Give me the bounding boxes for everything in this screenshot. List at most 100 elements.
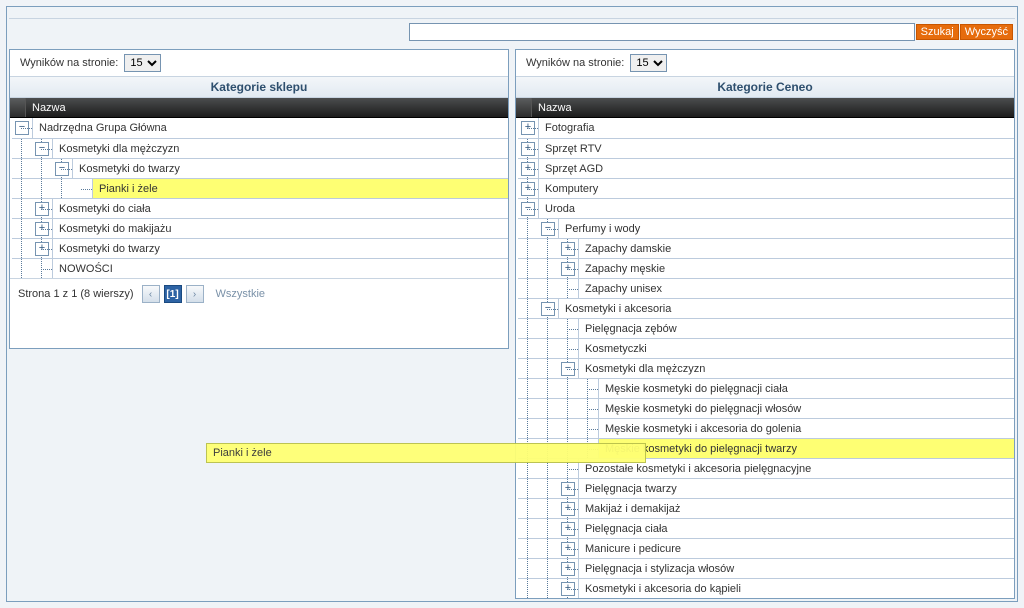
tree-label[interactable]: Kosmetyki i akcesoria do kąpieli: [578, 579, 1014, 598]
collapse-icon[interactable]: −: [15, 121, 29, 135]
table-row[interactable]: − Nadrzędna Grupa Główna: [12, 118, 508, 138]
expand-icon[interactable]: +: [521, 162, 535, 176]
table-row[interactable]: +Fotografia: [518, 118, 1014, 138]
expand-icon[interactable]: +: [561, 502, 575, 516]
tree-label-selected[interactable]: Pianki i żele: [92, 179, 508, 198]
expand-icon[interactable]: +: [35, 242, 49, 256]
tree-label[interactable]: Nadrzędna Grupa Główna: [32, 118, 508, 138]
clear-button[interactable]: Wyczyść: [960, 24, 1013, 40]
tree-label[interactable]: Fotografia: [538, 118, 1014, 138]
tree-label[interactable]: Kosmetyki do makijażu: [52, 219, 508, 238]
table-row[interactable]: +Sprzęt AGD: [518, 158, 1014, 178]
collapse-icon[interactable]: −: [541, 222, 555, 236]
tree-label[interactable]: Kosmetyki do ciała: [52, 199, 508, 218]
app-frame: Szukaj Wyczyść Wyników na stronie: 15 Ka…: [6, 6, 1018, 602]
table-row[interactable]: Męskie kosmetyki do pielęgnacji ciała: [518, 378, 1014, 398]
tree-label[interactable]: Kosmetyki i akcesoria: [558, 299, 1014, 318]
table-row[interactable]: − Kosmetyki do twarzy: [12, 158, 508, 178]
collapse-icon[interactable]: −: [521, 202, 535, 216]
tree-label-drop-target[interactable]: Męskie kosmetyki do pielęgnacji twarzy: [598, 439, 1014, 458]
name-column-header: Nazwa: [532, 102, 578, 114]
tree-label[interactable]: Kosmetyczki: [578, 339, 1014, 358]
expand-icon[interactable]: +: [35, 222, 49, 236]
pager-next[interactable]: ›: [186, 285, 204, 303]
tree-label[interactable]: Zapachy męskie: [578, 259, 1014, 278]
panel-shop-categories: Wyników na stronie: 15 Kategorie sklepu …: [9, 49, 509, 349]
tree-left: − Nadrzędna Grupa Główna − Kosmetyki dla…: [10, 118, 508, 278]
tree-label[interactable]: Manicure i pedicure: [578, 539, 1014, 558]
tree-label[interactable]: Makijaż i demakijaż: [578, 499, 1014, 518]
table-row[interactable]: Męskie kosmetyki do pielęgnacji włosów: [518, 398, 1014, 418]
table-row[interactable]: Pielęgnacja zębów: [518, 318, 1014, 338]
tree-label[interactable]: Zapachy damskie: [578, 239, 1014, 258]
tree-label[interactable]: Męskie kosmetyki i akcesoria do golenia: [598, 419, 1014, 438]
grid-header-left: Nazwa: [10, 98, 508, 118]
table-row[interactable]: +Manicure i pedicure: [518, 538, 1014, 558]
table-row[interactable]: Zapachy unisex: [518, 278, 1014, 298]
expand-icon[interactable]: +: [521, 182, 535, 196]
tree-label[interactable]: Kosmetyki do twarzy: [52, 239, 508, 258]
table-row[interactable]: +Komputery: [518, 178, 1014, 198]
tree-label[interactable]: NOWOŚCI: [52, 259, 508, 278]
table-row[interactable]: +Kosmetyki i akcesoria do kąpieli: [518, 578, 1014, 598]
table-row[interactable]: − Kosmetyki dla mężczyzn: [12, 138, 508, 158]
table-row[interactable]: + Kosmetyki do ciała: [12, 198, 508, 218]
table-row[interactable]: + Kosmetyki do twarzy: [12, 238, 508, 258]
tree-label[interactable]: Uroda: [538, 199, 1014, 218]
table-row[interactable]: +Pielęgnacja i stylizacja włosów: [518, 558, 1014, 578]
expand-icon[interactable]: +: [521, 121, 535, 135]
expand-icon[interactable]: +: [35, 202, 49, 216]
pager-all[interactable]: Wszystkie: [216, 288, 266, 300]
search-input[interactable]: [409, 23, 915, 41]
table-row[interactable]: +Makijaż i demakijaż: [518, 498, 1014, 518]
tree-label[interactable]: Zapachy unisex: [578, 279, 1014, 298]
table-row[interactable]: + Kosmetyki do makijażu: [12, 218, 508, 238]
expand-icon[interactable]: +: [521, 142, 535, 156]
table-row[interactable]: Kosmetyczki: [518, 338, 1014, 358]
per-page-select-right[interactable]: 15: [630, 54, 667, 72]
collapse-icon[interactable]: −: [541, 302, 555, 316]
expand-icon[interactable]: +: [561, 242, 575, 256]
collapse-icon[interactable]: −: [35, 142, 49, 156]
table-row[interactable]: +Zapachy męskie: [518, 258, 1014, 278]
table-row[interactable]: −Kosmetyki dla mężczyzn: [518, 358, 1014, 378]
tree-label[interactable]: Kosmetyki do twarzy: [72, 159, 508, 178]
table-row[interactable]: NOWOŚCI: [12, 258, 508, 278]
pager-page-current[interactable]: [1]: [164, 285, 182, 303]
tree-label[interactable]: Perfumy i wody: [558, 219, 1014, 238]
table-row[interactable]: −Perfumy i wody: [518, 218, 1014, 238]
tree-label[interactable]: Pielęgnacja ciała: [578, 519, 1014, 538]
search-bar: Szukaj Wyczyść: [9, 23, 1015, 41]
table-row[interactable]: +Pielęgnacja twarzy: [518, 478, 1014, 498]
expand-icon[interactable]: +: [561, 562, 575, 576]
search-button[interactable]: Szukaj: [916, 24, 959, 40]
tree-label[interactable]: Kosmetyki dla mężczyzn: [578, 359, 1014, 378]
expand-icon[interactable]: +: [561, 542, 575, 556]
tree-label[interactable]: Pielęgnacja zębów: [578, 319, 1014, 338]
table-row[interactable]: +Sprzęt RTV: [518, 138, 1014, 158]
expand-icon[interactable]: +: [561, 482, 575, 496]
expand-icon[interactable]: +: [561, 262, 575, 276]
table-row[interactable]: Męskie kosmetyki i akcesoria do golenia: [518, 418, 1014, 438]
expand-icon[interactable]: +: [561, 522, 575, 536]
per-page-select-left[interactable]: 15: [124, 54, 161, 72]
tree-label[interactable]: Męskie kosmetyki do pielęgnacji ciała: [598, 379, 1014, 398]
tree-label[interactable]: Komputery: [538, 179, 1014, 198]
tree-label[interactable]: Pielęgnacja i stylizacja włosów: [578, 559, 1014, 578]
tree-label[interactable]: Sprzęt AGD: [538, 159, 1014, 178]
expand-icon[interactable]: +: [561, 582, 575, 596]
pager-prev[interactable]: ‹: [142, 285, 160, 303]
tree-label[interactable]: Sprzęt RTV: [538, 139, 1014, 158]
drag-ghost[interactable]: Pianki i żele: [206, 443, 646, 463]
grid-header-right: Nazwa: [516, 98, 1014, 118]
table-row[interactable]: Pianki i żele: [12, 178, 508, 198]
table-row[interactable]: −Kosmetyki i akcesoria: [518, 298, 1014, 318]
tree-label[interactable]: Męskie kosmetyki do pielęgnacji włosów: [598, 399, 1014, 418]
tree-label[interactable]: Pielęgnacja twarzy: [578, 479, 1014, 498]
collapse-icon[interactable]: −: [55, 162, 69, 176]
tree-label[interactable]: Kosmetyki dla mężczyzn: [52, 139, 508, 158]
table-row[interactable]: −Uroda: [518, 198, 1014, 218]
collapse-icon[interactable]: −: [561, 362, 575, 376]
table-row[interactable]: +Zapachy damskie: [518, 238, 1014, 258]
table-row[interactable]: +Pielęgnacja ciała: [518, 518, 1014, 538]
